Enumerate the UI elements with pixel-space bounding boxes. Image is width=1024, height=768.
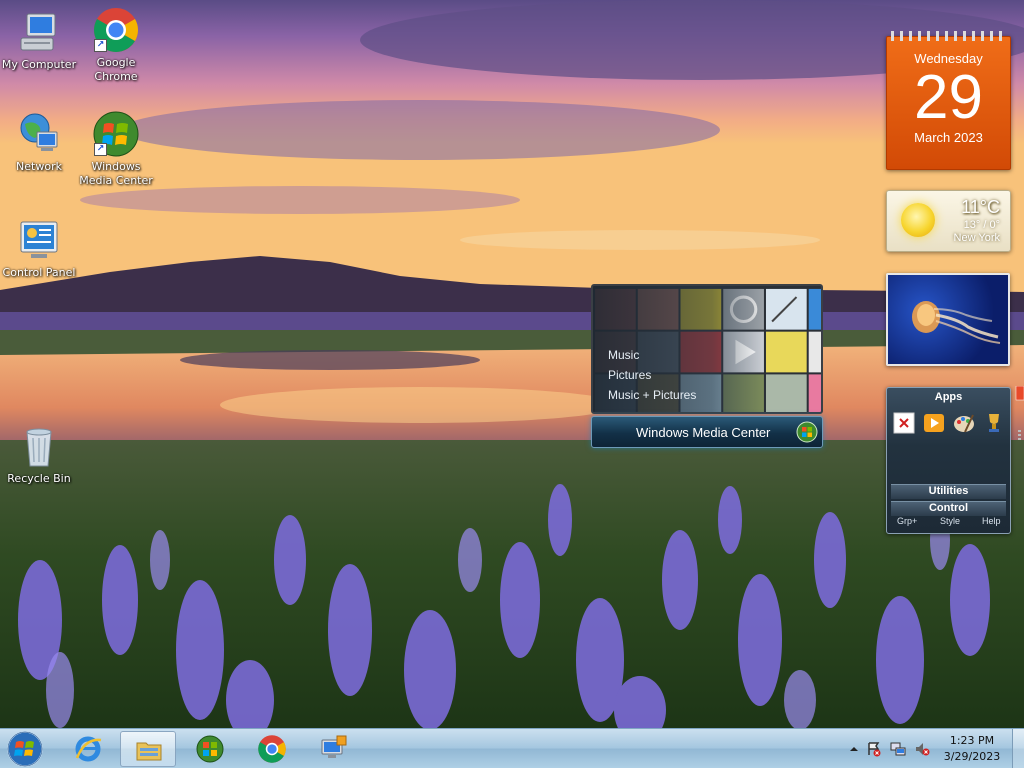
- apps-footer-help-link[interactable]: Help: [982, 516, 1001, 526]
- clock-time: 1:23 PM: [949, 734, 995, 747]
- desktop-icon-label: Google: [96, 56, 136, 69]
- calendar-day-number: 29: [914, 63, 983, 132]
- shortcut-arrow-icon: ↗: [94, 143, 107, 156]
- apps-title: Apps: [934, 391, 963, 403]
- apps-launcher-gadget[interactable]: Apps Utilities Control Grp+ Style Help: [886, 387, 1011, 534]
- media-center-tiles-panel: Music Pictures Music + Pictures: [591, 284, 823, 414]
- computer-icon: [15, 8, 63, 56]
- show-desktop-button[interactable]: [1012, 729, 1024, 768]
- file-explorer-icon: [136, 742, 162, 761]
- taskbar: 1:23 PM 3/29/2023: [0, 728, 1024, 768]
- media-player-icon[interactable]: [923, 412, 945, 434]
- calendar-gadget[interactable]: Wednesday 29 March 2023: [886, 31, 1011, 170]
- taskbar-clock[interactable]: 1:23 PM 3/29/2023: [940, 733, 1004, 765]
- action-center-icon[interactable]: [866, 741, 882, 757]
- calendar-month-year: March 2023: [914, 130, 983, 145]
- apps-footer-style-link[interactable]: Style: [940, 516, 960, 526]
- taskbar-media-center[interactable]: [182, 731, 238, 767]
- calendar-rings: [891, 31, 1006, 41]
- desktop-icon-windows-media-center[interactable]: ↗ Windows Media Center: [77, 110, 155, 188]
- windows-orb-icon: [7, 731, 43, 767]
- apps-section-utilities[interactable]: Utilities: [891, 484, 1006, 499]
- media-center-launch-bar[interactable]: Windows Media Center: [591, 416, 823, 448]
- control-panel-icon: [15, 216, 63, 264]
- taskbar-internet-explorer[interactable]: [60, 731, 116, 767]
- taskbar-file-explorer[interactable]: [120, 731, 176, 767]
- gadget-side-tab[interactable]: [1014, 385, 1024, 444]
- weather-high-low: 13° / 0°: [963, 219, 1000, 231]
- recycle-bin-icon: [15, 422, 63, 470]
- desktop-icon-label: Control Panel: [2, 266, 76, 279]
- apps-icon-row: [893, 412, 1005, 434]
- media-center-gadget[interactable]: Music Pictures Music + Pictures Windows …: [591, 284, 823, 448]
- desktop-icon-label: Chrome: [94, 70, 138, 83]
- close-box-icon[interactable]: [893, 412, 915, 434]
- apps-section-control[interactable]: Control: [891, 501, 1006, 516]
- taskbar-remote-desktop[interactable]: [306, 731, 362, 767]
- taskbar-chrome[interactable]: [244, 731, 300, 767]
- volume-muted-icon[interactable]: [914, 741, 930, 757]
- media-center-icon: ↗: [92, 110, 140, 158]
- desktop-icon-label: Windows: [91, 160, 141, 173]
- weather-temperature: 11°C: [961, 197, 1000, 217]
- shortcut-arrow-icon: ↗: [94, 39, 107, 52]
- network-icon[interactable]: [890, 741, 906, 757]
- clock-date: 3/29/2023: [943, 750, 1001, 763]
- media-center-icon: [196, 735, 224, 763]
- network-icon: [15, 110, 63, 158]
- desktop-icon-google-chrome[interactable]: ↗ Google Chrome: [77, 6, 155, 84]
- trophy-icon[interactable]: [983, 412, 1005, 434]
- desktop-icon-label: My Computer: [1, 58, 77, 71]
- desktop-icon-label: Media Center: [79, 174, 153, 187]
- desktop-icon-my-computer[interactable]: My Computer: [0, 8, 78, 72]
- media-center-item-music-pictures[interactable]: Music + Pictures: [608, 388, 696, 402]
- desktop-icon-network[interactable]: Network: [0, 110, 78, 174]
- remote-desktop-icon: [321, 735, 347, 758]
- internet-explorer-icon: [75, 736, 102, 762]
- desktop-icon-recycle-bin[interactable]: Recycle Bin: [0, 422, 78, 486]
- sun-icon: [901, 203, 935, 237]
- system-tray: 1:23 PM 3/29/2023: [840, 729, 1024, 768]
- chrome-icon: [258, 735, 286, 763]
- start-button[interactable]: [4, 730, 46, 768]
- desktop-icon-label: Recycle Bin: [7, 472, 71, 485]
- show-hidden-icon[interactable]: [846, 741, 862, 757]
- apps-footer: Grp+ Style Help: [887, 516, 1010, 530]
- desktop-icon-label: Network: [16, 160, 62, 173]
- paint-icon[interactable]: [953, 412, 975, 434]
- weather-gadget[interactable]: 11°C 13° / 0° New York: [886, 190, 1011, 252]
- chrome-icon: ↗: [92, 6, 140, 54]
- jellyfish-image: [912, 301, 1001, 344]
- media-center-orb-icon: [796, 421, 818, 443]
- media-center-item-music[interactable]: Music: [608, 348, 639, 362]
- apps-footer-grp-link[interactable]: Grp+: [897, 516, 917, 526]
- slideshow-gadget[interactable]: [886, 273, 1010, 366]
- desktop-icon-control-panel[interactable]: Control Panel: [0, 216, 78, 280]
- media-center-item-pictures[interactable]: Pictures: [608, 368, 651, 382]
- weather-city: New York: [953, 232, 1000, 244]
- media-center-bar-label: Windows Media Center: [636, 425, 771, 440]
